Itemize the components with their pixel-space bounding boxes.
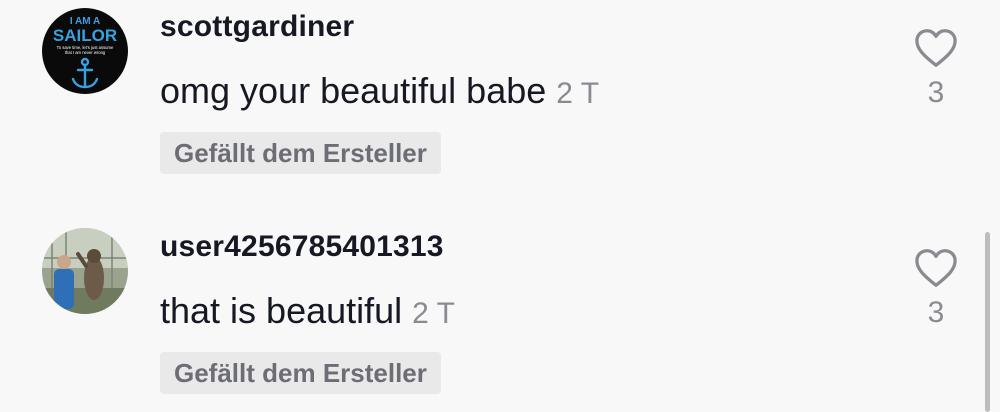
comment-username[interactable]: scottgardiner <box>160 10 354 44</box>
heart-outline-icon <box>915 29 957 67</box>
comment-text-line: omg your beautiful babe 2 T <box>160 70 599 112</box>
like-button[interactable]: 3 <box>908 248 964 330</box>
comment-item: user4256785401313 that is beautiful 2 T G… <box>0 220 1000 412</box>
comment-text: that is beautiful <box>160 290 403 331</box>
avatar-line2: SAILOR <box>53 26 117 45</box>
photo-avatar-image <box>42 228 128 314</box>
heart-outline-icon <box>915 249 957 287</box>
scrollbar[interactable] <box>985 232 990 412</box>
creator-liked-badge: Gefällt dem Ersteller <box>160 132 441 174</box>
comment-item: I AM A SAILOR To save time, let's just a… <box>0 0 1000 200</box>
sailor-avatar-image: I AM A SAILOR To save time, let's just a… <box>42 8 128 94</box>
comment-time: 2 T <box>412 297 455 330</box>
comment-list: I AM A SAILOR To save time, let's just a… <box>0 0 1000 412</box>
like-count: 3 <box>927 296 945 329</box>
like-button[interactable]: 3 <box>908 28 964 110</box>
avatar-line4: that I am never wrong <box>65 50 106 55</box>
like-count: 3 <box>927 76 945 109</box>
comment-time: 2 T <box>556 77 600 110</box>
comment-text: omg your beautiful babe <box>160 70 547 111</box>
creator-liked-badge: Gefällt dem Ersteller <box>160 352 441 394</box>
comment-username[interactable]: user4256785401313 <box>160 230 444 264</box>
avatar[interactable] <box>42 228 128 314</box>
avatar[interactable]: I AM A SAILOR To save time, let's just a… <box>42 8 128 94</box>
comment-text-line: that is beautiful 2 T <box>160 290 455 332</box>
